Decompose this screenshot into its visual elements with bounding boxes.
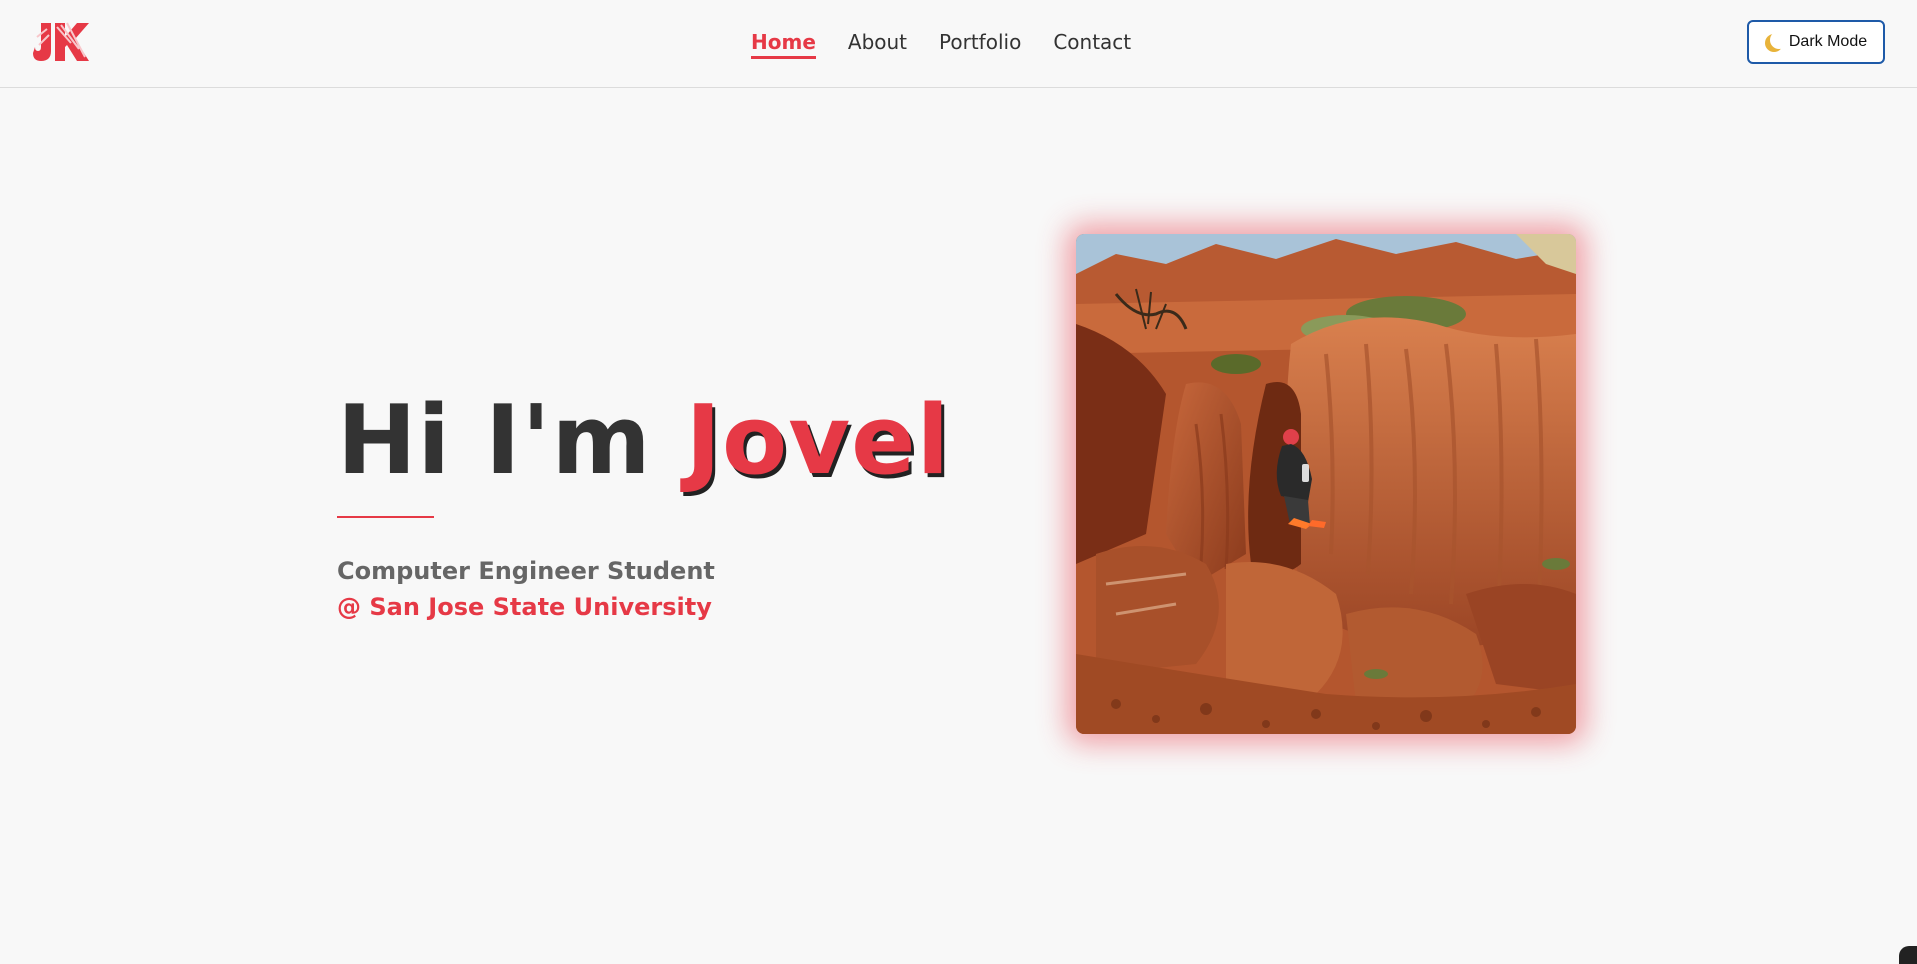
moon-icon xyxy=(1770,31,1788,49)
dark-mode-label: Dark Mode xyxy=(1788,33,1868,50)
corner-handle xyxy=(1899,946,1917,964)
profile-photo xyxy=(1076,234,1576,734)
navbar: Home About Portfolio Contact Dark Mode xyxy=(0,0,1917,88)
hero-divider xyxy=(337,516,434,518)
hero-greeting: Hi I'm xyxy=(337,386,686,496)
nav-contact[interactable]: Contact xyxy=(1053,30,1131,59)
main-nav: Home About Portfolio Contact xyxy=(751,30,1131,59)
nav-about[interactable]: About xyxy=(848,30,907,59)
canyon-photo-illustration xyxy=(1076,234,1576,734)
hero-school: @ San Jose State University xyxy=(337,593,712,621)
nav-portfolio[interactable]: Portfolio xyxy=(939,30,1021,59)
hero-name: Jovel xyxy=(685,386,951,496)
logo[interactable] xyxy=(27,17,91,65)
hero-title: Hi I'm Jovel xyxy=(337,386,950,496)
hero-section: Hi I'm Jovel Computer Engineer Student @… xyxy=(337,386,950,625)
nav-home[interactable]: Home xyxy=(751,30,816,59)
dark-mode-button[interactable]: Dark Mode xyxy=(1747,20,1885,64)
hero-subtitle: Computer Engineer Student xyxy=(337,557,715,585)
